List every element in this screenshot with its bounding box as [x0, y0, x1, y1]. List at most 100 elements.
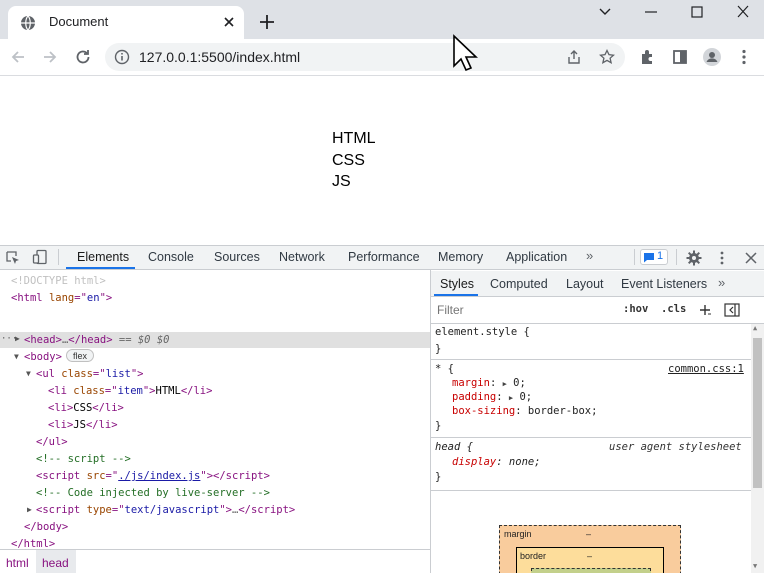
scroll-down-icon[interactable]: ▼ — [753, 562, 757, 570]
li-node[interactable]: <li>CSS</li> — [48, 400, 124, 417]
filter-input[interactable]: Filter — [434, 300, 612, 320]
body-node[interactable]: <body> flex — [24, 349, 94, 366]
ul-node[interactable]: <ul class="list"> — [36, 366, 144, 383]
cls-toggle[interactable]: .cls — [661, 303, 686, 315]
tab-network[interactable]: Network — [279, 250, 325, 264]
profile-avatar-icon[interactable] — [702, 47, 722, 67]
prop-line[interactable]: box-sizing: border-box; — [452, 403, 597, 420]
extensions-puzzle-icon[interactable] — [638, 47, 658, 67]
body-tag-name: body — [30, 351, 56, 363]
maximize-icon[interactable] — [685, 2, 709, 22]
tab-search-chevron-icon[interactable] — [593, 2, 617, 22]
list-item: CSS — [332, 152, 365, 169]
collapse-triangle-icon[interactable]: ▼ — [14, 352, 19, 361]
collapse-triangle-icon[interactable]: ▼ — [26, 369, 31, 378]
box-model-border[interactable]: border – — [516, 547, 664, 573]
tab-memory[interactable]: Memory — [438, 250, 483, 264]
element-style-selector: element.style { — [435, 326, 530, 338]
flex-badge[interactable]: flex — [65, 349, 94, 362]
tab-console[interactable]: Console — [148, 250, 194, 264]
browser-tab[interactable]: Document — [8, 6, 244, 39]
li-text: HTML — [155, 385, 181, 397]
more-tabs-chevron-icon[interactable]: » — [586, 248, 593, 263]
new-style-rule-icon[interactable] — [698, 303, 712, 317]
styles-tabbar: Styles Computed Layout Event Listeners » — [431, 271, 764, 297]
toolbar-divider — [634, 249, 635, 265]
universal-source-link[interactable]: common.css:1 — [668, 361, 744, 378]
side-panel-icon[interactable] — [670, 47, 690, 67]
prop-name: padding — [452, 391, 497, 403]
ul-close-node[interactable]: </ul> — [36, 434, 68, 451]
prop-name: box-sizing — [452, 405, 516, 417]
reload-icon[interactable] — [73, 47, 93, 67]
doctype-node[interactable]: <!DOCTYPE html> — [11, 273, 106, 290]
border-value[interactable]: – — [587, 551, 592, 561]
comment-node[interactable]: <!-- script --> — [36, 451, 131, 468]
margin-value[interactable]: – — [586, 529, 591, 539]
prop-line[interactable]: display: none; — [452, 454, 541, 471]
tab-event-listeners[interactable]: Event Listeners — [621, 277, 707, 291]
prop-value: 0; — [519, 391, 533, 403]
expand-triangle-icon[interactable]: ▶ — [27, 505, 32, 514]
tab-title: Document — [49, 14, 109, 29]
selected-node-marker: == $0 — [118, 334, 151, 346]
head-ua-rule[interactable]: head { user agent stylesheet display: no… — [431, 439, 751, 491]
hov-toggle[interactable]: :hov — [623, 303, 648, 315]
script-node[interactable]: <script src="./js/index.js"></script> — [36, 468, 270, 485]
tab-sources[interactable]: Sources — [214, 250, 260, 264]
back-icon[interactable] — [8, 47, 28, 67]
close-devtools-icon[interactable] — [743, 250, 759, 266]
forward-icon[interactable] — [40, 47, 60, 67]
toolbar-divider — [676, 249, 677, 265]
browser-menu-icon[interactable] — [734, 47, 754, 67]
issues-count: 1 — [657, 250, 664, 262]
device-toolbar-icon[interactable] — [32, 249, 48, 265]
comment-node[interactable]: <!-- Code injected by live-server --> — [36, 485, 270, 502]
scrollbar-thumb[interactable] — [753, 338, 762, 488]
toggle-sidebar-icon[interactable] — [724, 303, 740, 317]
tab-layout[interactable]: Layout — [566, 277, 604, 291]
box-model-margin[interactable]: margin – border – — [499, 525, 681, 573]
more-tabs-chevron-icon[interactable]: » — [718, 275, 725, 290]
html-lang-value: en — [86, 292, 100, 304]
issues-badge[interactable]: 1 — [640, 249, 668, 265]
universal-rule[interactable]: * { common.css:1 margin: ▶ 0; padding: ▶… — [431, 361, 751, 438]
tab-elements[interactable]: Elements — [77, 250, 129, 264]
head-node[interactable]: <head>…</head> == $0 $0 — [24, 332, 169, 348]
element-style-rule[interactable]: element.style { } — [431, 324, 751, 360]
li-node[interactable]: <li class="item">HTML</li> — [48, 383, 212, 400]
close-tab-icon[interactable] — [219, 12, 239, 32]
script-src-link[interactable]: ./js/index.js — [118, 470, 200, 482]
elements-tree: <!DOCTYPE html> <html lang="en"> ··· ▶ <… — [0, 271, 430, 550]
address-bar[interactable]: 127.0.0.1:5500/index.html — [105, 43, 625, 71]
li-node[interactable]: <li>JS</li> — [48, 417, 118, 434]
styles-scrollbar[interactable]: ▲ ▼ — [751, 324, 764, 573]
html-node[interactable]: <html lang="en"> — [11, 290, 112, 307]
settings-gear-icon[interactable] — [686, 250, 702, 266]
inspect-element-icon[interactable] — [5, 250, 21, 266]
margin-label: margin — [504, 529, 532, 539]
url-text[interactable]: 127.0.0.1:5500/index.html — [139, 49, 300, 65]
tab-performance[interactable]: Performance — [348, 250, 420, 264]
browser-toolbar: 127.0.0.1:5500/index.html — [0, 39, 764, 76]
devtools-menu-icon[interactable] — [714, 250, 730, 266]
body-close-node[interactable]: </body> — [24, 519, 68, 536]
minimize-icon[interactable] — [639, 2, 663, 22]
info-icon[interactable] — [114, 49, 130, 65]
tab-styles[interactable]: Styles — [440, 277, 474, 291]
close-window-icon[interactable] — [731, 2, 755, 22]
styles-pane: Styles Computed Layout Event Listeners »… — [431, 271, 764, 573]
share-icon[interactable] — [566, 49, 582, 65]
tab-application[interactable]: Application — [506, 250, 567, 264]
box-model-padding[interactable] — [531, 568, 651, 573]
list-item: HTML — [332, 130, 376, 147]
breadcrumb-html[interactable]: html — [6, 556, 29, 570]
breadcrumb-head[interactable]: head — [42, 556, 69, 570]
script-inline-node[interactable]: <script type="text/javascript">…</script… — [36, 502, 295, 519]
scroll-up-icon[interactable]: ▲ — [753, 324, 757, 332]
expand-triangle-icon[interactable]: ▶ — [15, 334, 20, 343]
tab-computed[interactable]: Computed — [490, 277, 548, 291]
globe-icon — [21, 15, 35, 31]
bookmark-star-icon[interactable] — [599, 49, 615, 65]
new-tab-icon[interactable] — [257, 12, 277, 32]
